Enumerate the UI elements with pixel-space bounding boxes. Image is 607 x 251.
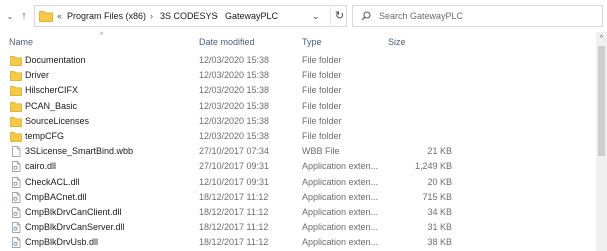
file-type: Application exten... [302, 191, 379, 202]
scrollbar-thumb[interactable] [598, 46, 605, 156]
file-type: File folder [302, 85, 342, 96]
file-size: 1,249 KB [414, 161, 452, 172]
file-name: CmpBlkDrvCanServer.dll [25, 222, 125, 233]
dll-file-icon [10, 176, 22, 188]
file-size: 34 KB [427, 207, 452, 217]
address-dropdown-chevron-icon[interactable]: ⌄ [312, 10, 320, 23]
file-type: File folder [302, 131, 342, 141]
address-row: ⌄ ↑ « Program Files (x86) › 3S CODESYS ›… [0, 0, 607, 32]
vertical-scrollbar[interactable]: ^ [596, 32, 607, 251]
list-item[interactable]: Documentation 12/03/2020 15:38 File folder [0, 53, 596, 68]
file-name: PCAN_Basic [25, 100, 78, 111]
file-name: SourceLicenses [25, 115, 90, 126]
breadcrumb-separator[interactable]: › [215, 10, 218, 23]
file-name: tempCFG [25, 131, 65, 141]
file-name: cairo.dll [25, 161, 57, 172]
list-item[interactable]: SourceLicenses 12/03/2020 15:38 File folde… [0, 114, 596, 129]
list-item[interactable]: CmpBlkDrvUsb.dll 18/12/2017 11:12 Applicat… [0, 235, 596, 250]
file-date-modified: 12/03/2020 15:38 [199, 115, 270, 126]
file-type: File folder [302, 55, 342, 65]
folder-icon [10, 101, 22, 112]
file-date-modified: 12/03/2020 15:38 [199, 85, 270, 96]
folder-icon [39, 11, 53, 22]
file-type: WBB File [302, 146, 340, 157]
file-size: 715 KB [422, 191, 452, 202]
column-header-name[interactable]: Name [9, 36, 33, 48]
file-type: Application exten... [302, 176, 379, 187]
dll-file-icon [10, 237, 22, 249]
file-date-modified: 12/10/2017 09:31 [199, 176, 270, 187]
folder-icon [10, 70, 22, 82]
file-name: HilscherCIFX [25, 85, 79, 96]
up-arrow-icon[interactable]: ↑ [18, 9, 30, 23]
file-date-modified: 12/03/2020 15:38 [199, 70, 270, 81]
file-type: File folder [302, 70, 342, 81]
list-item[interactable]: CmpBlkDrvCanServer.dll 18/12/2017 11:12 Ap… [0, 220, 596, 235]
scroll-up-arrow-icon[interactable]: ^ [596, 34, 607, 44]
sort-ascending-icon: ^ [100, 32, 104, 39]
file-type: Application exten... [302, 161, 379, 172]
file-date-modified: 12/03/2020 15:38 [199, 55, 270, 65]
file-type: File folder [302, 100, 342, 111]
breadcrumb-3s-codesys[interactable]: 3S CODESYS [160, 10, 218, 23]
file-size: 20 KB [427, 176, 452, 187]
list-item[interactable]: CmpBACnet.dll 18/12/2017 11:12 Application… [0, 190, 596, 205]
file-name: 3SLicense_SmartBind.wbb [25, 146, 134, 157]
column-header-date-modified[interactable]: Date modified [199, 36, 255, 48]
search-input[interactable]: Search GatewayPLC [352, 5, 603, 27]
file-size: 21 KB [427, 146, 452, 157]
file-name: Documentation [25, 55, 86, 65]
breadcrumb-gatewayplc[interactable]: GatewayPLC [225, 10, 278, 23]
file-type: Application exten... [302, 207, 379, 217]
address-bar[interactable]: « Program Files (x86) › 3S CODESYS › Gat… [34, 5, 347, 27]
file-type: Application exten... [302, 237, 379, 248]
file-date-modified: 27/10/2017 09:31 [199, 161, 270, 172]
search-placeholder: Search GatewayPLC [379, 11, 464, 21]
folder-icon [10, 116, 22, 127]
file-name: Driver [25, 70, 49, 81]
file-date-modified: 18/12/2017 11:12 [199, 222, 269, 233]
file-name: CmpBACnet.dll [25, 191, 87, 202]
breadcrumb-program-files-x86[interactable]: Program Files (x86) [67, 10, 146, 23]
file-date-modified: 12/03/2020 15:38 [199, 100, 270, 111]
list-item[interactable]: PCAN_Basic 12/03/2020 15:38 File folder [0, 99, 596, 114]
file-size: 38 KB [427, 237, 452, 248]
recent-locations-chevron-icon[interactable]: ⌄ [4, 11, 16, 23]
column-header-size[interactable]: Size [388, 36, 406, 48]
list-item[interactable]: CmpBlkDrvCanClient.dll 18/12/2017 11:12 Ap… [0, 205, 596, 220]
file-size: 31 KB [427, 222, 452, 233]
folder-icon [10, 131, 22, 142]
list-item[interactable]: CheckACL.dll 12/10/2017 09:31 Application … [0, 175, 596, 190]
file-list: Documentation 12/03/2020 15:38 File folder… [0, 53, 596, 251]
file-type: Application exten... [302, 222, 379, 233]
file-name: CheckACL.dll [25, 176, 80, 187]
file-icon [10, 146, 22, 158]
file-type: File folder [302, 115, 342, 126]
column-header-row: ^ Name Date modified Type Size [0, 32, 596, 51]
file-date-modified: 18/12/2017 11:12 [199, 191, 269, 202]
breadcrumb-overflow[interactable]: « [57, 10, 62, 23]
list-item[interactable]: Driver 12/03/2020 15:38 File folder [0, 68, 596, 83]
file-date-modified: 27/10/2017 07:34 [199, 146, 270, 157]
dll-file-icon [10, 222, 22, 234]
dll-file-icon [10, 207, 22, 218]
folder-icon [10, 55, 22, 66]
search-icon [361, 11, 371, 21]
dll-file-icon [10, 191, 22, 203]
file-date-modified: 12/03/2020 15:38 [199, 131, 270, 141]
file-date-modified: 18/12/2017 11:12 [199, 207, 269, 217]
file-name: CmpBlkDrvCanClient.dll [25, 207, 122, 217]
list-item[interactable]: cairo.dll 27/10/2017 09:31 Application ext… [0, 159, 596, 174]
file-name: CmpBlkDrvUsb.dll [25, 237, 99, 248]
refresh-icon[interactable]: ↻ [330, 7, 348, 25]
dll-file-icon [10, 161, 22, 173]
folder-icon [10, 85, 22, 97]
column-header-type[interactable]: Type [302, 36, 322, 48]
breadcrumb-separator[interactable]: › [150, 10, 153, 23]
list-item[interactable]: tempCFG 12/03/2020 15:38 File folder [0, 129, 596, 144]
list-item[interactable]: HilscherCIFX 12/03/2020 15:38 File folder [0, 83, 596, 98]
file-date-modified: 18/12/2017 11:12 [199, 237, 269, 248]
list-item[interactable]: 3SLicense_SmartBind.wbb 27/10/2017 07:34 W… [0, 144, 596, 159]
